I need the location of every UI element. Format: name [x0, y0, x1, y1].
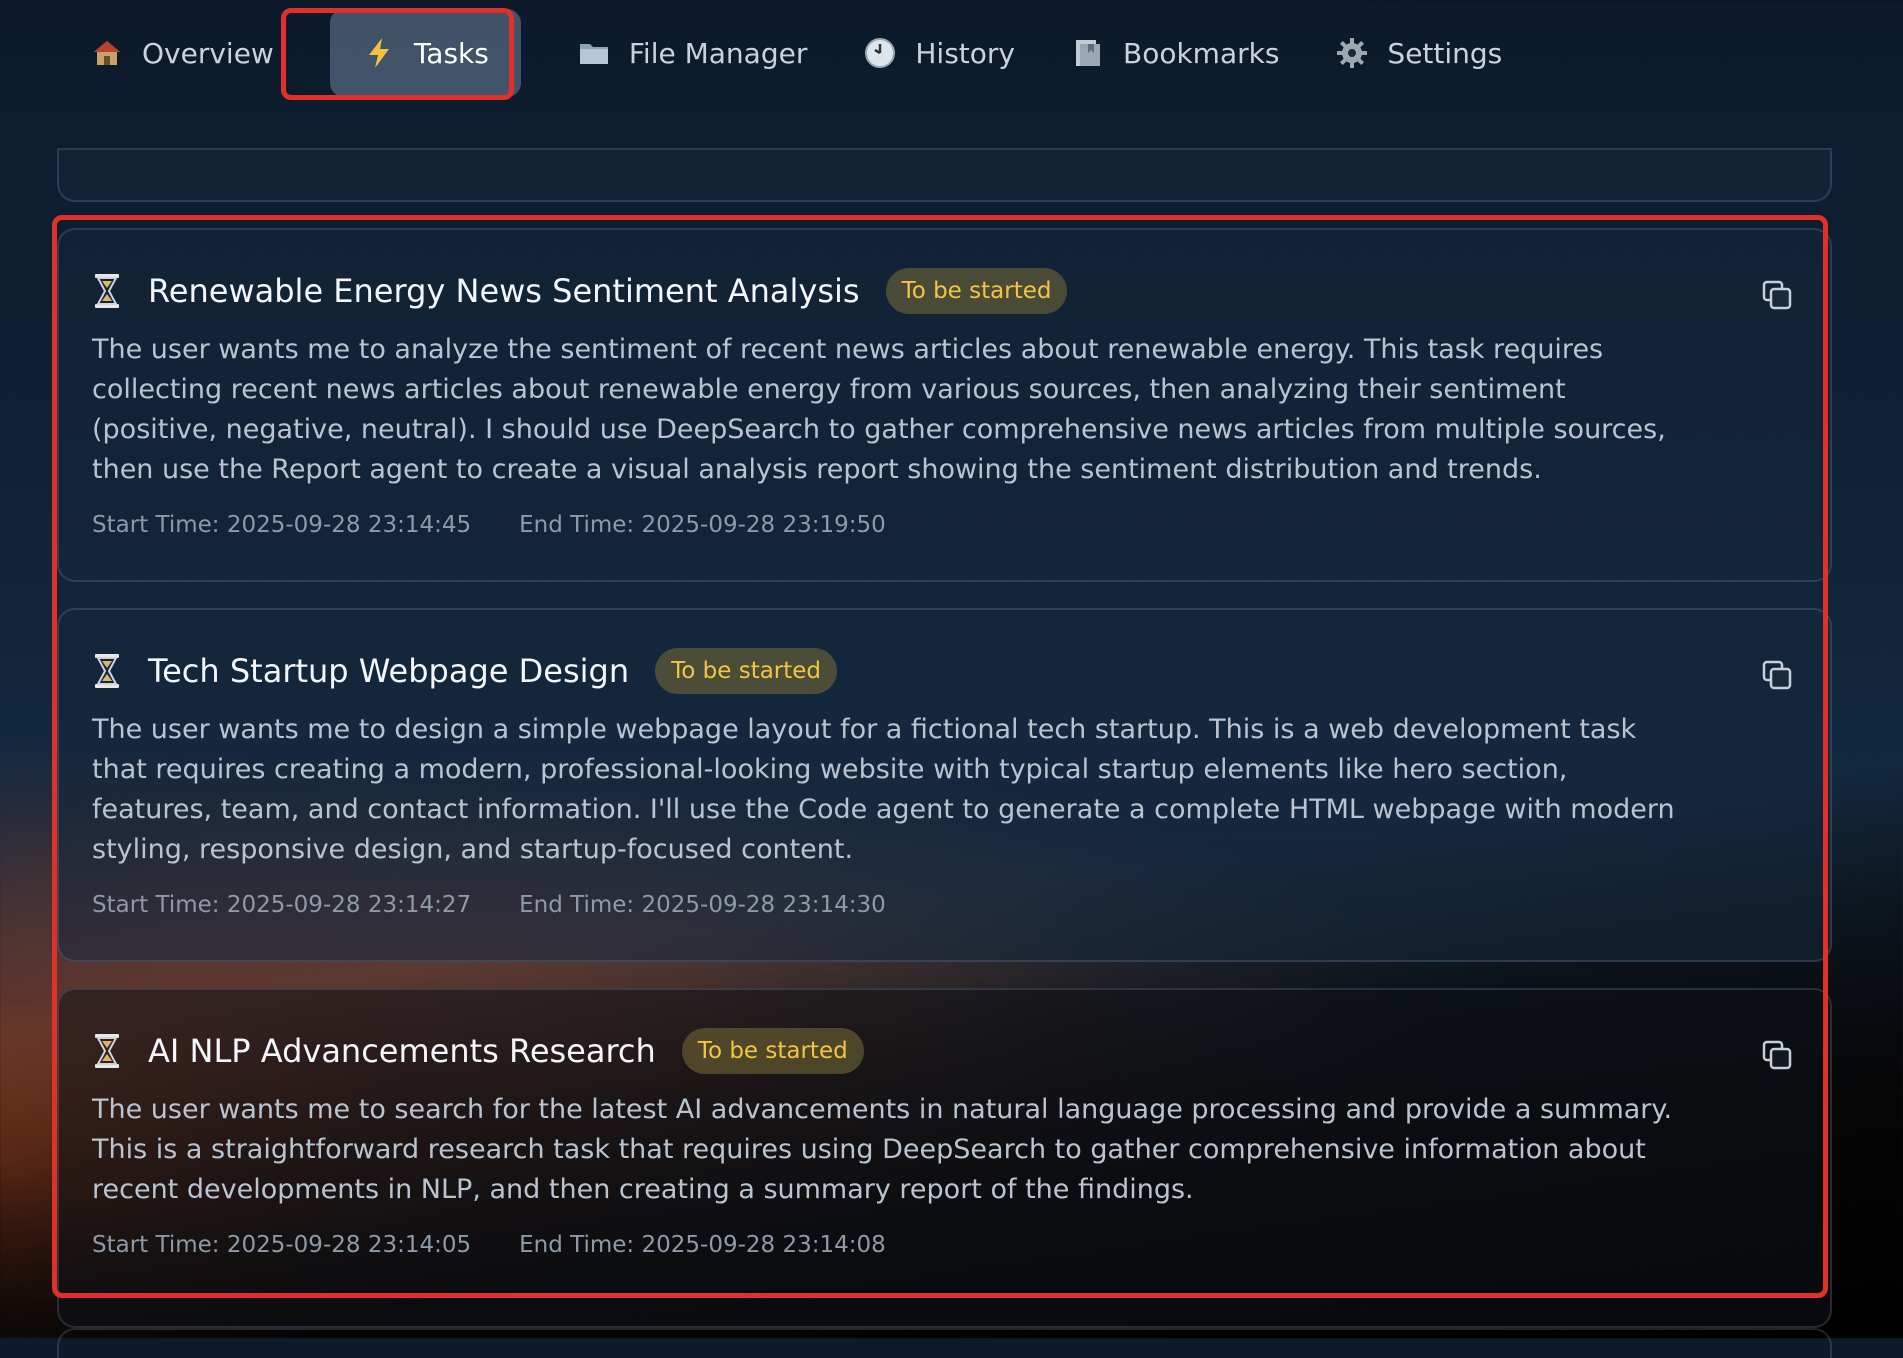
- task-times: Start Time: 2025-09-28 23:14:45 End Time…: [92, 512, 1796, 538]
- tab-file-manager-label: File Manager: [628, 36, 808, 70]
- task-header: AI NLP Advancements Research To be start…: [92, 1026, 1796, 1076]
- task-end-time: End Time: 2025-09-28 23:14:30: [519, 892, 886, 918]
- task-header: Tech Startup Webpage Design To be starte…: [92, 646, 1796, 696]
- task-description: The user wants me to design a simple web…: [92, 714, 1675, 865]
- tab-file-manager[interactable]: File Manager: [549, 9, 836, 97]
- task-end-time: End Time: 2025-09-28 23:14:08: [519, 1232, 886, 1258]
- tab-tasks-label: Tasks: [413, 36, 489, 70]
- lightning-icon: [362, 36, 396, 70]
- task-title: Renewable Energy News Sentiment Analysis: [148, 272, 860, 310]
- task-end-time: End Time: 2025-09-28 23:19:50: [519, 512, 886, 538]
- tab-tasks[interactable]: Tasks: [329, 9, 521, 97]
- copy-button[interactable]: [1760, 658, 1794, 692]
- clock-icon: [863, 36, 897, 70]
- task-times: Start Time: 2025-09-28 23:14:27 End Time…: [92, 892, 1796, 918]
- top-nav: Overview Tasks File Manager History Book…: [72, 8, 1530, 98]
- task-list: Renewable Energy News Sentiment Analysis…: [57, 228, 1832, 1354]
- gear-icon: [1335, 36, 1369, 70]
- hourglass-icon: [92, 271, 122, 311]
- bookmark-icon: [1071, 36, 1105, 70]
- tab-history[interactable]: History: [835, 9, 1043, 97]
- task-times: Start Time: 2025-09-28 23:14:05 End Time…: [92, 1232, 1796, 1258]
- task-card[interactable]: Renewable Energy News Sentiment Analysis…: [57, 228, 1832, 582]
- task-start-time: Start Time: 2025-09-28 23:14:45: [92, 512, 472, 538]
- tab-bookmarks-label: Bookmarks: [1122, 36, 1280, 70]
- copy-icon: [1762, 660, 1792, 690]
- folder-icon: [577, 36, 611, 70]
- hourglass-icon: [92, 651, 122, 691]
- task-description: The user wants me to search for the late…: [92, 1094, 1673, 1205]
- copy-icon: [1762, 1040, 1792, 1070]
- task-start-time: Start Time: 2025-09-28 23:14:05: [92, 1232, 472, 1258]
- status-badge: To be started: [681, 1028, 864, 1074]
- tab-bookmarks[interactable]: Bookmarks: [1043, 9, 1307, 97]
- task-start-time: Start Time: 2025-09-28 23:14:27: [92, 892, 472, 918]
- copy-button[interactable]: [1760, 278, 1794, 312]
- copy-icon: [1762, 280, 1792, 310]
- tab-history-label: History: [915, 36, 1015, 70]
- status-badge: To be started: [655, 648, 838, 694]
- next-card-edge: [57, 1328, 1832, 1358]
- task-description: The user wants me to analyze the sentime…: [92, 334, 1666, 485]
- copy-button[interactable]: [1760, 1038, 1794, 1072]
- task-title: Tech Startup Webpage Design: [148, 652, 630, 690]
- tab-settings-label: Settings: [1387, 36, 1503, 70]
- previous-card-edge: [57, 150, 1832, 202]
- task-title: AI NLP Advancements Research: [148, 1032, 656, 1070]
- hourglass-icon: [92, 1031, 122, 1071]
- tab-overview-label: Overview: [142, 36, 274, 70]
- tab-settings[interactable]: Settings: [1307, 9, 1530, 97]
- task-card[interactable]: AI NLP Advancements Research To be start…: [57, 988, 1832, 1328]
- task-header: Renewable Energy News Sentiment Analysis…: [92, 266, 1796, 316]
- house-icon: [90, 36, 124, 70]
- tab-overview[interactable]: Overview: [72, 9, 302, 97]
- status-badge: To be started: [885, 268, 1068, 314]
- task-card[interactable]: Tech Startup Webpage Design To be starte…: [57, 608, 1832, 962]
